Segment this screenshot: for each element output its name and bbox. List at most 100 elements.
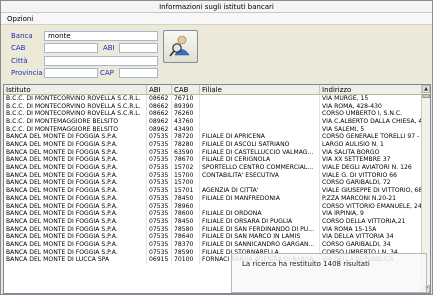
abi-label: ABI xyxy=(103,44,115,52)
column-header-indirizzo[interactable]: Indirizzo xyxy=(320,85,422,95)
cell-cab: 15700 xyxy=(172,171,200,180)
column-header-istituto[interactable]: Istituto xyxy=(4,85,147,95)
cell-abi: 07535 xyxy=(147,194,172,203)
cell-filiale xyxy=(200,202,320,211)
table-header: Istituto ABI CAB Filiale Indirizzo xyxy=(4,85,422,95)
table-row[interactable]: B.C.C. DI MONTECORVINO ROVELLA S.C.R.L. 0… xyxy=(4,110,422,119)
abi-input[interactable] xyxy=(119,43,158,53)
menu-bar: Opzioni xyxy=(1,13,432,25)
cell-cab: 76260 xyxy=(172,110,200,119)
cell-filiale xyxy=(200,110,320,119)
cell-istituto: B.C.C. DI MONTECORVINO ROVELLA S.C.R.L. xyxy=(4,95,147,103)
table-row[interactable]: B.C.C. DI MONTEMAGGIORE BELSITO 08962 4376… xyxy=(4,118,422,126)
cap-input[interactable] xyxy=(119,68,158,78)
cell-indirizzo: VIA ROMA, 428-430 xyxy=(320,102,422,111)
cell-istituto: B.C.C. DI MONTEMAGGIORE BELSITO xyxy=(4,125,147,134)
cell-filiale: FILIALE DI MANFREDONIA xyxy=(200,194,320,203)
cell-filiale xyxy=(200,118,320,126)
table-row[interactable]: BANCA DEL MONTE DI FOGGIA S.P.A. 07535 789… xyxy=(4,202,422,211)
cell-cab: 78960 xyxy=(172,202,200,211)
cell-abi: 07535 xyxy=(147,171,172,180)
cell-indirizzo: VIA XX SETTEMBRE 37 xyxy=(320,156,422,165)
table-row[interactable]: BANCA DEL MONTE DI FOGGIA S.P.A. 07535 157… xyxy=(4,179,422,188)
cell-cab: 89390 xyxy=(172,102,200,111)
table-row[interactable]: BANCA DEL MONTE DI FOGGIA S.P.A. 07535 157… xyxy=(4,171,422,180)
citta-label: Città xyxy=(11,57,28,65)
search-button[interactable] xyxy=(163,30,198,63)
table-row[interactable]: BANCA DEL MONTE DI FOGGIA S.P.A. 07535 785… xyxy=(4,225,422,234)
cell-cab: 15700 xyxy=(172,179,200,188)
cell-indirizzo: CORSO DELLA VITTORIA,21 xyxy=(320,217,422,226)
table-row[interactable]: BANCA DEL MONTE DI FOGGIA S.P.A. 07535 782… xyxy=(4,141,422,149)
cell-filiale: FILIALE DI SAN MARCO IN LAMIS xyxy=(200,233,320,241)
cell-cab: 43760 xyxy=(172,118,200,126)
table-row[interactable]: BANCA DEL MONTE DI FOGGIA S.P.A. 07535 157… xyxy=(4,187,422,195)
window-title: Informazioni sugli istituti bancari xyxy=(1,1,432,13)
cell-filiale xyxy=(200,179,320,188)
cell-istituto: BANCA DEL MONTE DI FOGGIA S.P.A. xyxy=(4,164,147,172)
cell-istituto: BANCA DEL MONTE DI FOGGIA S.P.A. xyxy=(4,141,147,149)
table-row[interactable]: BANCA DEL MONTE DI FOGGIA S.P.A. 07535 783… xyxy=(4,240,422,249)
menu-opzioni[interactable]: Opzioni xyxy=(7,14,33,24)
cell-cab: 78590 xyxy=(172,248,200,257)
banca-input[interactable]: monte xyxy=(44,31,158,41)
table-row[interactable]: BANCA DEL MONTE DI FOGGIA S.P.A. 07535 784… xyxy=(4,194,422,203)
cell-istituto: B.C.C. DI MONTECORVINO ROVELLA S.C.R.L. xyxy=(4,110,147,119)
column-header-abi[interactable]: ABI xyxy=(147,85,172,95)
cell-filiale: SPORTELLO CENTRO COMMERCIAL... xyxy=(200,164,320,172)
cell-cab: 76710 xyxy=(172,95,200,103)
cell-istituto: BANCA DEL MONTE DI FOGGIA S.P.A. xyxy=(4,202,147,211)
cell-istituto: BANCA DEL MONTE DI FOGGIA S.P.A. xyxy=(4,156,147,165)
cell-filiale: CONTABILITA' ESECUTIVA xyxy=(200,171,320,180)
table-row[interactable]: BANCA DEL MONTE DI FOGGIA S.P.A. 07535 787… xyxy=(4,133,422,142)
column-header-filiale[interactable]: Filiale xyxy=(200,85,320,95)
app-window: Informazioni sugli istituti bancari Opzi… xyxy=(0,0,433,295)
cell-indirizzo: LARGO AULISIO N. 1 xyxy=(320,141,422,149)
results-notification: La ricerca ha restituito 1408 risultati xyxy=(231,253,427,293)
scroll-up-icon[interactable]: ▲ xyxy=(422,85,430,93)
cell-istituto: BANCA DEL MONTE DI FOGGIA S.P.A. xyxy=(4,194,147,203)
cell-indirizzo: VIALE DEGLI AVIATORI N. 126 xyxy=(320,164,422,172)
cell-cab: 78600 xyxy=(172,210,200,218)
column-header-cab[interactable]: CAB xyxy=(172,85,200,95)
table-row[interactable]: BANCA DEL MONTE DI FOGGIA S.P.A. 07535 784… xyxy=(4,217,422,226)
cell-indirizzo: CORSO VITTORIO EMANUELE, 24 xyxy=(322,202,422,211)
table-row[interactable]: BANCA DEL MONTE DI FOGGIA S.P.A. 07535 786… xyxy=(4,233,422,241)
provincia-label: Provincia xyxy=(11,69,43,77)
cell-indirizzo: P.ZZA MARCONI N.20-21 xyxy=(320,194,422,203)
cell-istituto: BANCA DEL MONTE DI FOGGIA S.P.A. xyxy=(4,210,147,218)
cell-cab: 15702 xyxy=(172,164,200,172)
cell-cab: 78720 xyxy=(172,133,200,142)
scroll-thumb[interactable] xyxy=(422,94,430,98)
table-row[interactable]: BANCA DEL MONTE DI FOGGIA S.P.A. 07535 157… xyxy=(4,164,422,172)
cell-abi: 07535 xyxy=(147,240,172,249)
cell-istituto: BANCA DEL MONTE DI LUCCA SPA xyxy=(4,256,147,264)
cell-filiale: FILIALE DI SANNICANDRO GARGAN... xyxy=(200,240,320,249)
cell-cab: 78640 xyxy=(172,233,200,241)
cell-filiale: AGENZIA DI CITTA' xyxy=(200,187,320,195)
cell-istituto: BANCA DEL MONTE DI FOGGIA S.P.A. xyxy=(4,248,147,257)
cell-indirizzo: VIA ROMA 15-15A xyxy=(320,225,422,234)
cell-cab: 78450 xyxy=(172,217,200,226)
table-row[interactable]: BANCA DEL MONTE DI FOGGIA S.P.A. 07535 786… xyxy=(4,156,422,165)
cell-filiale xyxy=(200,125,320,134)
table-row[interactable]: BANCA DEL MONTE DI FOGGIA S.P.A. 07535 635… xyxy=(4,148,422,157)
cell-istituto: BANCA DEL MONTE DI FOGGIA S.P.A. xyxy=(4,148,147,157)
cab-input[interactable] xyxy=(44,43,98,53)
table-row[interactable]: B.C.C. DI MONTECORVINO ROVELLA S.C.R.L. 0… xyxy=(4,95,422,103)
cell-indirizzo: VIA IRPINIA, 9 xyxy=(320,210,422,218)
citta-input[interactable] xyxy=(44,56,158,66)
table-row[interactable]: BANCA DEL MONTE DI FOGGIA S.P.A. 07535 786… xyxy=(4,210,422,218)
cell-filiale: FILIALE DI SAN FERDINANDO DI PU... xyxy=(200,225,320,234)
cab-label: CAB xyxy=(11,44,26,52)
cell-indirizzo: VIA SALITA BORGO xyxy=(320,148,422,157)
cell-abi: 08962 xyxy=(147,125,172,134)
cell-istituto: BANCA DEL MONTE DI FOGGIA S.P.A. xyxy=(4,225,147,234)
table-row[interactable]: B.C.C. DI MONTEMAGGIORE BELSITO 08962 4349… xyxy=(4,125,422,134)
cell-abi: 07535 xyxy=(147,210,172,218)
table-row[interactable]: B.C.C. DI MONTECORVINO ROVELLA S.C.R.L. 0… xyxy=(4,102,422,111)
cell-abi: 08662 xyxy=(147,102,172,111)
provincia-input[interactable] xyxy=(44,68,98,78)
cell-filiale xyxy=(200,95,320,103)
cell-abi: 07535 xyxy=(147,225,172,234)
